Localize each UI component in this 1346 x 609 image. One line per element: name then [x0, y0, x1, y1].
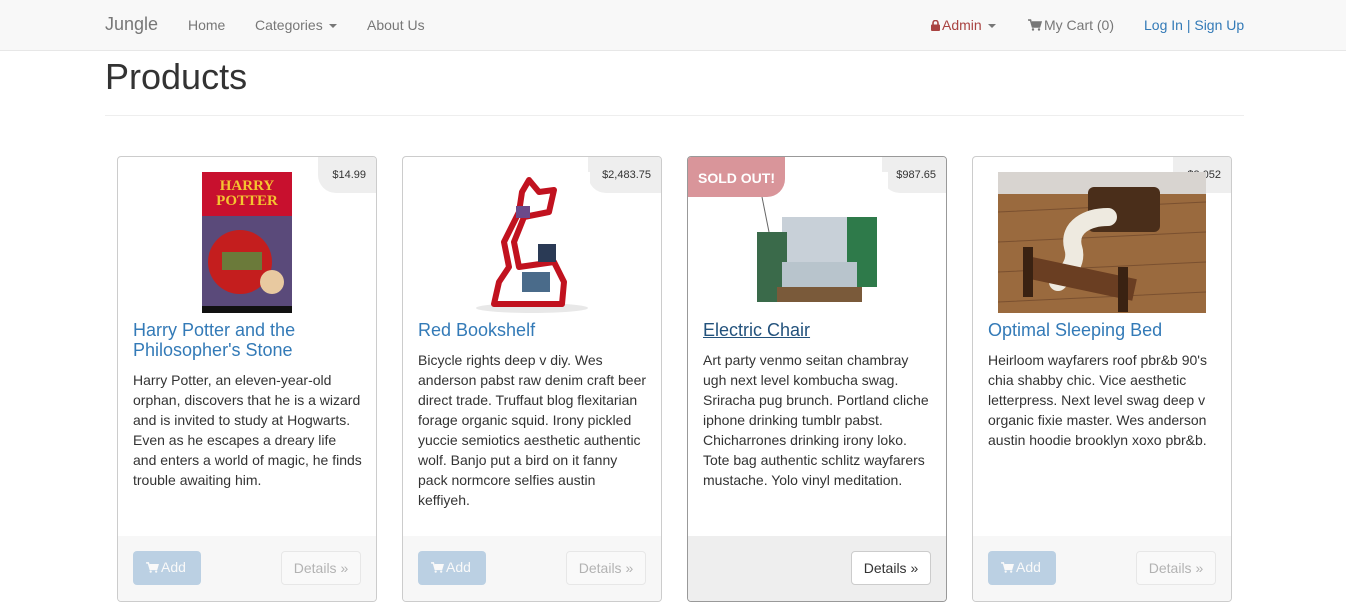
card-footer: Add Details » [118, 536, 376, 601]
product-description: Art party venmo seitan chambray ugh next… [703, 352, 929, 488]
product-image-wrapper [973, 172, 1231, 313]
shopping-cart-icon [431, 562, 444, 573]
add-to-cart-button[interactable]: Add [133, 551, 201, 585]
product-card: $14.99 HARRY POTTER Harry Potter and the… [117, 156, 377, 602]
auth-separator: | [1186, 17, 1191, 33]
details-button[interactable]: Details » [1136, 551, 1216, 585]
details-button[interactable]: Details » [851, 551, 931, 585]
shopping-cart-icon [1028, 19, 1043, 31]
card-footer: Add Details » [973, 536, 1231, 601]
add-label: Add [1016, 559, 1041, 575]
product-image[interactable]: HARRY POTTER [202, 172, 292, 313]
nav-about[interactable]: About Us [367, 17, 425, 33]
nav-categories-label: Categories [255, 17, 323, 33]
product-description: Harry Potter, an eleven-year-old orphan,… [133, 372, 362, 488]
product-image[interactable] [474, 172, 590, 313]
divider [105, 115, 1244, 116]
add-label: Add [446, 559, 471, 575]
navbar: Jungle Home Categories About Us Admin My… [0, 0, 1346, 51]
svg-text:POTTER: POTTER [216, 193, 278, 209]
product-name-link[interactable]: Electric Chair [703, 320, 933, 340]
product-name-link[interactable]: Harry Potter and the Philosopher's Stone [133, 320, 363, 360]
admin-dropdown[interactable]: Admin [931, 17, 996, 33]
product-name-link[interactable]: Red Bookshelf [418, 320, 648, 340]
product-image[interactable] [998, 172, 1206, 313]
auth-links: Log In | Sign Up [1144, 17, 1244, 33]
nav-home[interactable]: Home [188, 17, 225, 33]
add-to-cart-button[interactable]: Add [988, 551, 1056, 585]
product-name-link[interactable]: Optimal Sleeping Bed [988, 320, 1218, 340]
svg-text:HARRY: HARRY [220, 178, 275, 194]
login-link[interactable]: Log In [1144, 17, 1183, 33]
shopping-cart-icon [146, 562, 159, 573]
add-label: Add [161, 559, 186, 575]
details-button[interactable]: Details » [281, 551, 361, 585]
admin-label: Admin [942, 17, 982, 33]
card-footer: Details » [688, 536, 946, 601]
brand-logo[interactable]: Jungle [105, 14, 158, 35]
caret-down-icon [328, 24, 337, 29]
caret-down-icon [987, 24, 996, 29]
product-image-wrapper: HARRY POTTER [118, 172, 376, 313]
product-description: Heirloom wayfarers roof pbr&b 90's chia … [988, 352, 1207, 448]
product-description: Bicycle rights deep v diy. Wes anderson … [418, 352, 647, 508]
lock-icon [931, 19, 940, 31]
card-footer: Add Details » [403, 536, 661, 601]
add-to-cart-button[interactable]: Add [418, 551, 486, 585]
my-cart-link[interactable]: My Cart (0) [1028, 17, 1114, 33]
page-title: Products [105, 56, 248, 97]
details-button[interactable]: Details » [566, 551, 646, 585]
signup-link[interactable]: Sign Up [1194, 17, 1244, 33]
product-card: SOLD OUT! $987.65 Electric Chair Art par… [687, 156, 947, 602]
product-card: $3,052 Optimal Sleeping Bed Heirloom way… [972, 156, 1232, 602]
nav-categories-dropdown[interactable]: Categories [255, 17, 337, 33]
shopping-cart-icon [1001, 562, 1014, 573]
product-image-wrapper [403, 172, 661, 313]
sold-out-badge: SOLD OUT! [688, 157, 785, 197]
cart-label: My Cart (0) [1044, 17, 1114, 33]
product-card: $2,483.75 Red Bookshelf Bicycle rights d… [402, 156, 662, 602]
